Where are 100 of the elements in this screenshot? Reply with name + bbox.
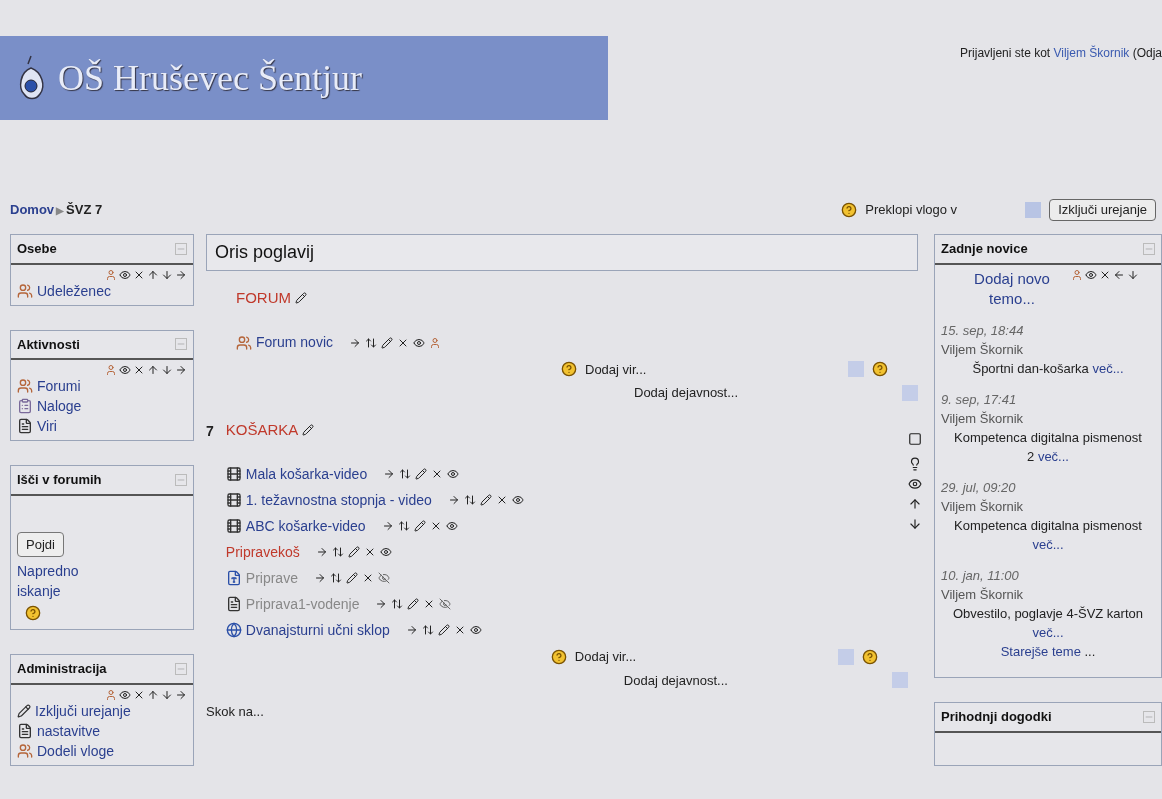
more-link[interactable]: več... bbox=[1037, 448, 1069, 464]
site-title: OŠ Hruševec Šentjur bbox=[58, 57, 362, 100]
help-icon[interactable] bbox=[550, 648, 567, 665]
activity-link[interactable]: Forum novic bbox=[256, 332, 334, 353]
post-author: Viljem Škornik bbox=[941, 585, 1025, 604]
go-button[interactable]: Pojdi bbox=[17, 531, 64, 557]
people-icon bbox=[17, 378, 33, 394]
move-icon[interactable] bbox=[421, 624, 434, 636]
activity-link[interactable]: 1. težavnostna stopnja - video bbox=[245, 489, 432, 511]
post-subject: Športni dan-košarka več... bbox=[971, 359, 1125, 378]
block-title: Osebe bbox=[17, 240, 57, 258]
block-title: Prihodnji dogodki bbox=[941, 708, 1052, 726]
advanced-search-link[interactable]: Napredno iskanje bbox=[17, 561, 107, 601]
post-author: Viljem Škornik bbox=[941, 497, 1025, 516]
edit-icon[interactable] bbox=[295, 292, 307, 305]
eye-icon[interactable] bbox=[469, 624, 482, 636]
block-link[interactable]: Udeleženec bbox=[37, 280, 111, 301]
hide-icon[interactable] bbox=[119, 268, 131, 281]
delete-icon[interactable] bbox=[133, 364, 145, 376]
add-activity-select[interactable]: Dodaj dejavnost... bbox=[623, 670, 884, 690]
block-link[interactable]: Naloge bbox=[37, 396, 82, 416]
move-left-icon[interactable] bbox=[1113, 268, 1125, 281]
move-icon[interactable] bbox=[463, 494, 476, 506]
hidden-eye-icon[interactable] bbox=[439, 598, 452, 610]
add-topic-link[interactable]: Dodaj novo temo... bbox=[957, 268, 1067, 309]
move-icon[interactable] bbox=[399, 468, 412, 480]
add-resource-select[interactable]: Dodaj vir... bbox=[585, 359, 840, 379]
add-resource-select[interactable]: Dodaj vir... bbox=[574, 647, 830, 667]
hide-icon[interactable] bbox=[119, 688, 131, 701]
move-right-icon[interactable] bbox=[175, 364, 187, 376]
breadcrumb-link[interactable]: Domov bbox=[10, 200, 55, 220]
eye-icon[interactable] bbox=[907, 476, 922, 491]
move-icon[interactable] bbox=[397, 520, 410, 532]
hide-icon[interactable] bbox=[119, 364, 131, 376]
eye-icon[interactable] bbox=[445, 520, 458, 532]
edit-icon[interactable] bbox=[437, 624, 450, 636]
move-up-icon[interactable] bbox=[907, 496, 922, 511]
people-icon bbox=[17, 282, 33, 299]
activity-link[interactable]: ABC košarke-video bbox=[245, 515, 366, 537]
user-link[interactable]: Viljem Škornik bbox=[1053, 46, 1130, 60]
eye-icon[interactable] bbox=[511, 494, 524, 506]
more-link[interactable]: več... bbox=[1092, 360, 1124, 376]
indent-icon[interactable] bbox=[405, 624, 418, 636]
document-icon bbox=[225, 596, 242, 612]
edit-icon[interactable] bbox=[479, 494, 492, 506]
more-link[interactable]: več... bbox=[1032, 536, 1064, 552]
more-link[interactable]: več... bbox=[1032, 624, 1064, 640]
hide-icon[interactable] bbox=[1085, 268, 1097, 281]
block-link[interactable]: nastavitve bbox=[37, 720, 101, 741]
help-icon[interactable] bbox=[561, 361, 577, 378]
edit-icon[interactable] bbox=[347, 546, 360, 558]
block-link[interactable]: Izključi urejanje bbox=[35, 700, 131, 721]
eye-icon[interactable] bbox=[413, 336, 426, 349]
block-link[interactable]: Forumi bbox=[37, 376, 81, 396]
section-number: 7 bbox=[206, 422, 214, 439]
move-down-icon[interactable] bbox=[907, 516, 922, 531]
indent-icon[interactable] bbox=[349, 336, 362, 349]
indent-icon[interactable] bbox=[383, 468, 396, 480]
edit-icon[interactable] bbox=[415, 468, 428, 480]
older-topics-link[interactable]: Starejše teme bbox=[1000, 643, 1081, 659]
move-right-icon[interactable] bbox=[175, 268, 187, 281]
indent-icon[interactable] bbox=[447, 494, 460, 506]
edit-icon[interactable] bbox=[345, 572, 358, 584]
breadcrumb-separator: ▶ bbox=[56, 203, 65, 218]
edit-icon[interactable] bbox=[381, 336, 394, 349]
edit-icon[interactable] bbox=[413, 520, 426, 532]
editing-button[interactable]: Izključi urejanje bbox=[1049, 199, 1156, 221]
edit-icon bbox=[17, 703, 31, 718]
move-icon[interactable] bbox=[331, 546, 344, 558]
move-down-icon[interactable] bbox=[161, 364, 173, 376]
edit-icon[interactable] bbox=[407, 598, 420, 610]
hidden-eye-icon[interactable] bbox=[377, 572, 390, 584]
move-icon[interactable] bbox=[365, 336, 378, 349]
move-icon[interactable] bbox=[329, 572, 342, 584]
block-title: Administracija bbox=[17, 660, 107, 678]
help-icon[interactable] bbox=[861, 648, 878, 665]
block-link[interactable]: Dodeli vloge bbox=[37, 740, 115, 761]
help-icon[interactable] bbox=[25, 605, 41, 621]
jump-to-select[interactable]: Skok na... bbox=[206, 702, 264, 722]
login-info: Prijavljeni ste kot Viljem Škornik (Odja bbox=[960, 44, 1162, 62]
block-title: Išči v forumih bbox=[17, 471, 102, 489]
indent-icon[interactable] bbox=[375, 598, 388, 610]
help-icon[interactable] bbox=[872, 361, 888, 378]
eye-icon[interactable] bbox=[379, 546, 392, 558]
add-activity-select[interactable]: Dodaj dejavnost... bbox=[634, 383, 894, 403]
block-link[interactable]: Viri bbox=[37, 416, 57, 436]
activity-link[interactable]: Dvanajsturni učni sklop bbox=[245, 619, 390, 641]
activity-link[interactable]: Mala košarka-video bbox=[245, 463, 368, 485]
eye-icon[interactable] bbox=[447, 468, 460, 480]
web-page-icon bbox=[225, 622, 242, 638]
help-icon[interactable] bbox=[841, 202, 858, 218]
post-subject: Obvestilo, poglavje 4-ŠVZ karton več... bbox=[951, 604, 1144, 642]
move-right-icon[interactable] bbox=[175, 688, 187, 701]
indent-icon[interactable] bbox=[315, 546, 328, 558]
edit-icon[interactable] bbox=[302, 423, 315, 436]
document-icon bbox=[225, 570, 242, 586]
indent-icon[interactable] bbox=[313, 572, 326, 584]
move-icon[interactable] bbox=[391, 598, 404, 610]
indent-icon[interactable] bbox=[381, 520, 394, 532]
post-date: 15. sep, 18:44 bbox=[941, 321, 1025, 340]
